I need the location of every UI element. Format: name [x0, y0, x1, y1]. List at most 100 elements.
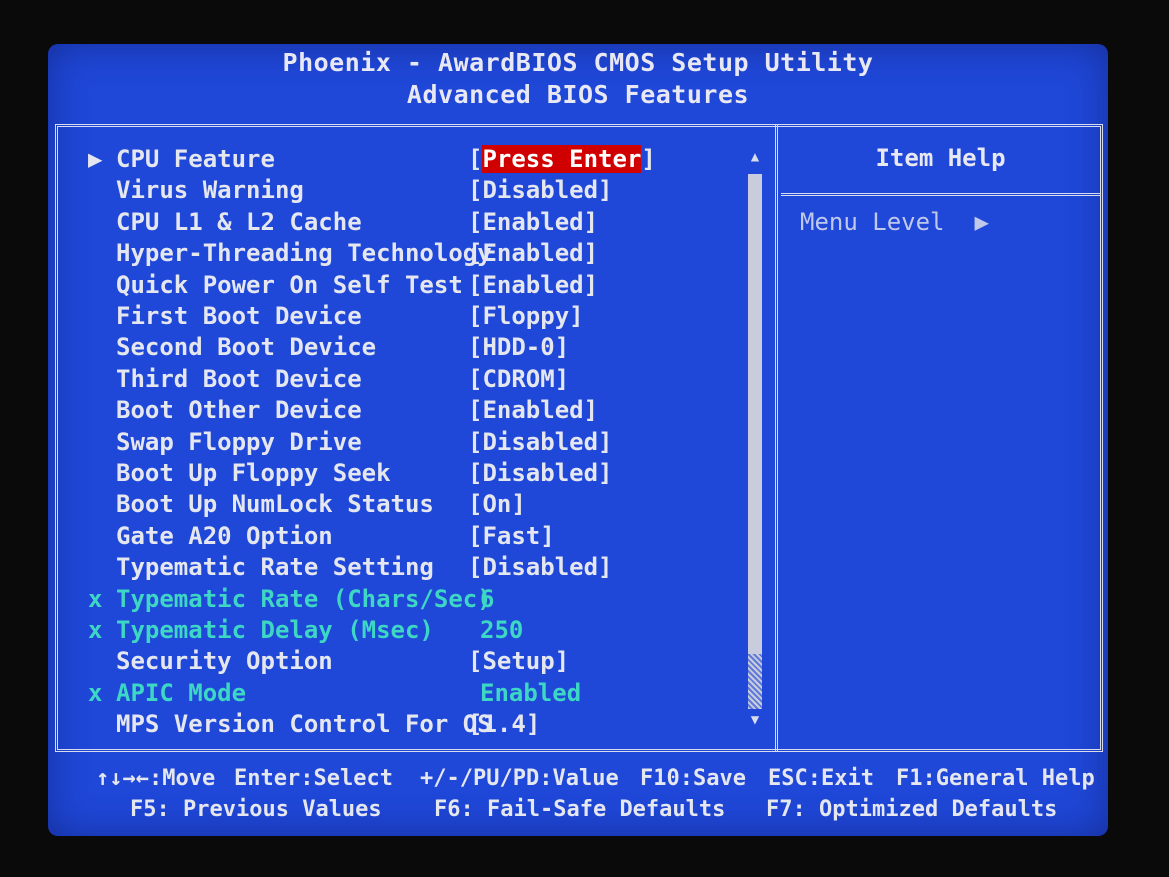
value-bracket-close: ] [554, 333, 570, 362]
setting-label: Boot Up NumLock Status [116, 490, 434, 519]
value-bracket-open: [ [468, 145, 483, 173]
value-bracket-open: [ [468, 333, 483, 362]
setting-value-text: 1.4 [482, 710, 526, 739]
setting-label: CPU Feature [116, 145, 275, 173]
setting-value[interactable]: [On] [468, 489, 526, 519]
footer-key-hint: F6: Fail-Safe Defaults [434, 797, 725, 822]
setting-label: First Boot Device [116, 302, 362, 330]
footer-key: F6 [434, 797, 461, 822]
setting-value[interactable]: [Press Enter] [468, 144, 656, 174]
setting-label: APIC Mode [116, 678, 247, 707]
value-bracket-open: [ [468, 270, 483, 299]
value-bracket-close: ] [511, 490, 526, 519]
setting-value: 6 [480, 584, 494, 614]
footer-key-hint: F5: Previous Values [130, 797, 382, 822]
footer-key: F7 [766, 797, 793, 822]
value-bracket-close: ] [641, 145, 656, 173]
bios-screen: Phoenix - AwardBIOS CMOS Setup Utility A… [48, 44, 1108, 836]
page-title: Advanced BIOS Features [406, 80, 750, 109]
setting-value[interactable]: [Floppy] [468, 301, 584, 331]
footer-action: :Exit [807, 766, 874, 791]
setting-value-text: 6 [480, 584, 495, 613]
footer-action: :Select [300, 766, 393, 791]
menu-level-label: Menu Level [800, 208, 945, 236]
scroll-down-icon[interactable]: ▼ [746, 712, 764, 728]
setting-value-text: Enabled [480, 678, 582, 707]
scrollbar[interactable] [748, 174, 762, 709]
footer-key: ESC [768, 766, 808, 791]
setting-value-text: Setup [482, 647, 555, 676]
setting-value[interactable]: [Disabled] [468, 458, 613, 488]
value-bracket-open: [ [468, 490, 483, 519]
footer-action: :Move [148, 766, 216, 791]
setting-value[interactable]: [Disabled] [468, 427, 613, 457]
setting-value-text: CDROM [482, 364, 555, 393]
setting-label: Typematic Delay (Msec) [116, 616, 434, 644]
setting-value-text: Disabled [482, 459, 599, 487]
value-bracket-close: ] [583, 239, 599, 268]
value-bracket-close: ] [525, 710, 541, 739]
setting-value[interactable]: [Enabled] [468, 207, 598, 237]
setting-value[interactable]: [Enabled] [468, 270, 598, 300]
footer-key: Enter [234, 766, 301, 791]
value-bracket-close: ] [583, 270, 599, 299]
value-bracket-open: [ [468, 396, 483, 425]
submenu-arrow-icon: ▶ [88, 145, 103, 173]
value-bracket-close: ] [598, 459, 613, 487]
setting-label: Third Boot Device [116, 364, 362, 393]
setting-value[interactable]: [Enabled] [468, 238, 598, 268]
value-bracket-close: ] [554, 647, 570, 676]
footer-action: :General Help [922, 766, 1095, 791]
setting-value-text: Floppy [482, 302, 570, 330]
setting-label: Quick Power On Self Test [116, 270, 463, 299]
help-title-rule [781, 193, 1100, 196]
setting-value: Enabled [480, 678, 581, 708]
value-bracket-open: [ [468, 553, 483, 582]
footer-action: : Fail-Safe Defaults [460, 797, 726, 822]
value-bracket-close: ] [554, 364, 570, 393]
setting-value-text: HDD-0 [482, 333, 555, 362]
setting-value[interactable]: [Enabled] [468, 395, 598, 425]
setting-value[interactable]: [Fast] [468, 521, 555, 551]
value-bracket-close: ] [598, 176, 613, 205]
setting-value: 250 [480, 615, 523, 645]
value-bracket-open: [ [468, 302, 483, 330]
setting-value[interactable]: [CDROM] [468, 364, 569, 394]
setting-value-text: Enabled [482, 396, 584, 425]
setting-value-text: On [482, 490, 512, 519]
value-bracket-close: ] [583, 207, 599, 236]
setting-value[interactable]: [1.4] [468, 709, 540, 739]
setting-label: Hyper-Threading Technology [116, 239, 492, 268]
footer-key-hint: ESC:Exit [768, 766, 874, 791]
scroll-up-icon[interactable]: ▲ [746, 149, 764, 165]
setting-marker: x [88, 678, 103, 707]
setting-value-text: Enabled [482, 207, 584, 236]
value-bracket-open: [ [468, 239, 483, 268]
setting-value[interactable]: [Setup] [468, 646, 569, 676]
setting-marker: x [88, 584, 103, 613]
scrollbar-thumb[interactable] [748, 654, 762, 709]
menu-level: Menu Level ▶ [800, 208, 989, 236]
value-bracket-open: [ [468, 364, 483, 393]
setting-label: Swap Floppy Drive [116, 427, 362, 456]
setting-label: Gate A20 Option [116, 521, 333, 550]
setting-value-text: Fast [482, 521, 541, 550]
value-bracket-open: [ [468, 647, 483, 676]
footer-action: : Optimized Defaults [792, 797, 1058, 822]
footer-key-hint: ↑↓→←:Move [96, 766, 215, 791]
setting-label: Security Option [116, 647, 333, 676]
footer-action: : Previous Values [156, 797, 382, 822]
footer-action: :Save [679, 766, 746, 791]
footer-key-hint: +/-/PU/PD:Value [420, 766, 619, 791]
setting-marker: x [88, 616, 103, 644]
footer-key-hint: F10:Save [640, 766, 746, 791]
setting-label: CPU L1 & L2 Cache [116, 207, 362, 236]
setting-value[interactable]: [HDD-0] [468, 332, 569, 362]
setting-value[interactable]: [Disabled] [468, 552, 613, 582]
footer-key-hint: F1:General Help [896, 766, 1095, 791]
app-title: Phoenix - AwardBIOS CMOS Setup Utility [282, 48, 874, 77]
setting-value[interactable]: [Disabled] [468, 175, 613, 205]
value-bracket-close: ] [583, 396, 599, 425]
setting-label: MPS Version Control For OS [116, 710, 492, 739]
value-bracket-close: ] [540, 521, 555, 550]
